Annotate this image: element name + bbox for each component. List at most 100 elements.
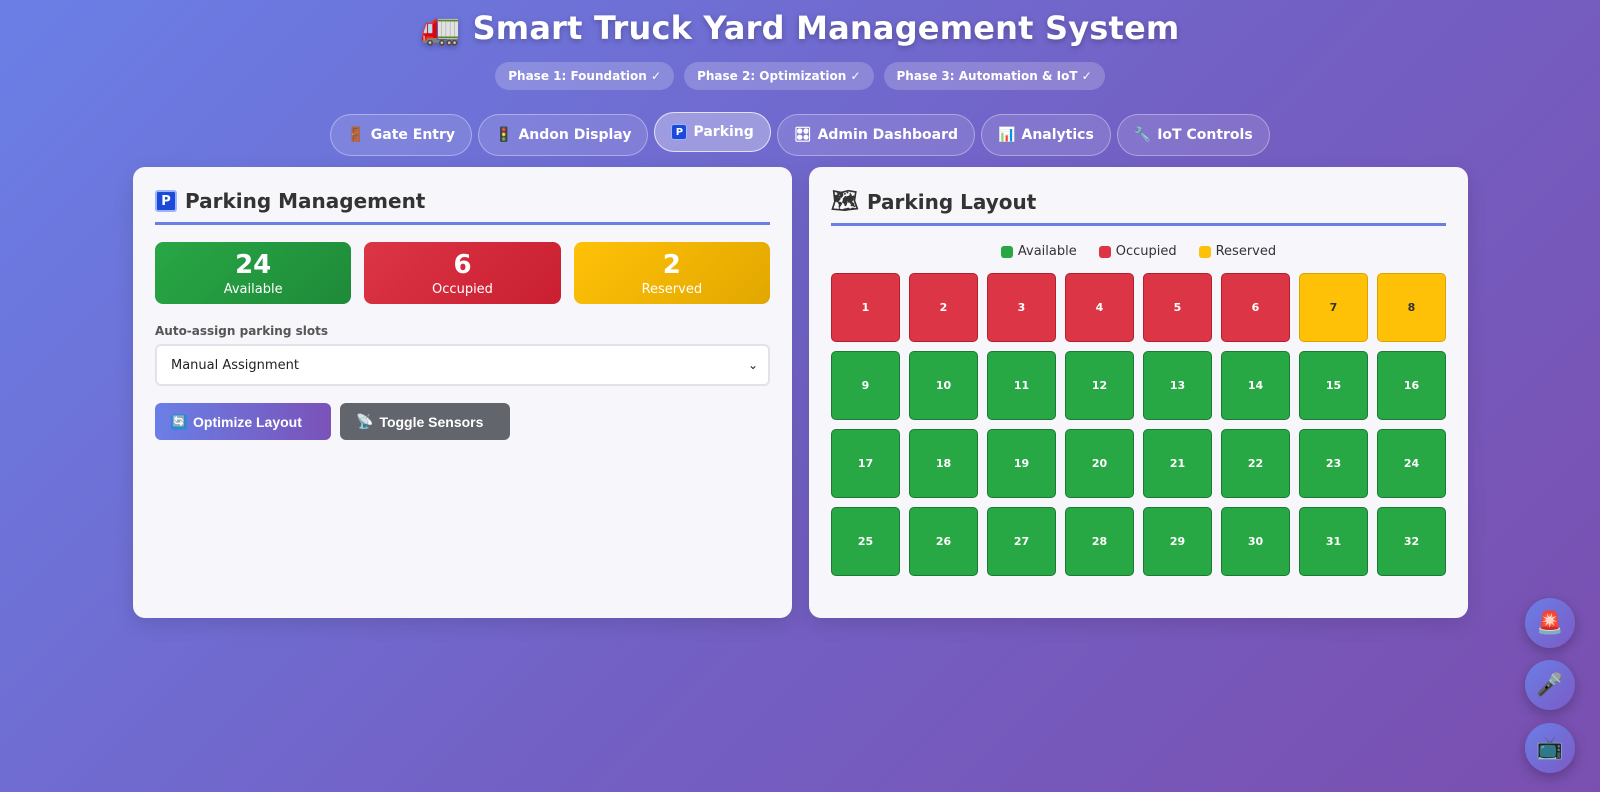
stat-reserved: 2 Reserved [573,242,770,304]
parking-slot[interactable]: 24 [1377,429,1446,498]
auto-assign-value: Manual Assignment [171,357,299,373]
parking-slot[interactable]: 23 [1299,429,1368,498]
stat-label: Occupied [432,281,493,297]
tab-label: Gate Entry [370,127,456,143]
parking-slot[interactable]: 16 [1377,351,1446,420]
tab-label: Admin Dashboard [817,127,959,143]
legend-reserved: Reserved [1198,244,1277,259]
stat-available: 24 Available [155,242,352,304]
parking-slot[interactable]: 4 [1065,273,1134,342]
emergency-button[interactable]: 🚨 [1525,598,1575,648]
action-buttons: 🔄 Optimize Layout 📡 Toggle Sensors [155,403,770,440]
chevron-down-icon: ⌄ [747,358,758,372]
main-panels: P Parking Management 24 Available 6 Occu… [133,167,1468,618]
app-title: 🚛 Smart Truck Yard Management System [0,8,1600,48]
stat-label: Available [223,281,283,297]
nav-tabs: 🚪 Gate Entry 🚦 Andon Display P Parking 🎛… [0,112,1600,156]
phase-badges: Phase 1: Foundation ✓ Phase 2: Optimizat… [0,62,1600,90]
parking-slot[interactable]: 6 [1221,273,1290,342]
parking-slot[interactable]: 27 [987,507,1056,576]
button-label: Toggle Sensors [379,413,484,430]
parking-icon: P [671,124,688,140]
stat-occupied: 6 Occupied [364,242,561,304]
map-icon: 🗺 [831,189,859,214]
tab-label: Andon Display [518,127,632,143]
tab-gate-entry[interactable]: 🚪 Gate Entry [330,114,473,156]
parking-slot[interactable]: 15 [1299,351,1368,420]
parking-slot[interactable]: 30 [1221,507,1290,576]
legend-label: Reserved [1215,244,1277,259]
legend-available: Available [1000,244,1077,259]
tab-label: IoT Controls [1157,127,1253,143]
parking-slot[interactable]: 29 [1143,507,1212,576]
parking-slot[interactable]: 28 [1065,507,1134,576]
wrench-icon: 🔧 [1133,127,1152,143]
parking-slot[interactable]: 2 [909,273,978,342]
parking-slot[interactable]: 14 [1221,351,1290,420]
display-mode-button[interactable]: 📺 [1525,723,1575,773]
auto-assign-label: Auto-assign parking slots [155,324,328,338]
parking-slot[interactable]: 31 [1299,507,1368,576]
parking-slot[interactable]: 7 [1299,273,1368,342]
panel-title-text: Parking Management [185,189,426,213]
legend-swatch [1098,245,1111,258]
parking-slot[interactable]: 11 [987,351,1056,420]
parking-slot[interactable]: 21 [1143,429,1212,498]
parking-slot[interactable]: 25 [831,507,900,576]
parking-slot[interactable]: 1 [831,273,900,342]
stat-value: 2 [662,249,681,280]
parking-slot[interactable]: 20 [1065,429,1134,498]
panel-title-text: Parking Layout [866,189,1037,214]
optimize-layout-button[interactable]: 🔄 Optimize Layout [155,403,331,440]
parking-slot[interactable]: 3 [987,273,1056,342]
tv-icon: 📺 [1536,735,1564,761]
app-title-text: Smart Truck Yard Management System [472,9,1180,47]
parking-slot[interactable]: 19 [987,429,1056,498]
tab-analytics[interactable]: 📊 Analytics [981,114,1111,156]
legend-swatch [1000,245,1013,258]
tab-admin-dashboard[interactable]: 🎛 Admin Dashboard [776,114,976,156]
phase-badge: Phase 1: Foundation ✓ [495,62,675,90]
panel-title: P Parking Management [155,189,770,225]
parking-slot[interactable]: 32 [1377,507,1446,576]
door-icon: 🚪 [347,127,365,143]
legend-swatch [1198,245,1211,258]
stat-label: Reserved [641,281,703,297]
parking-slot[interactable]: 5 [1143,273,1212,342]
button-label: Optimize Layout [193,413,302,430]
phase-badge: Phase 2: Optimization ✓ [684,62,874,90]
parking-slot[interactable]: 12 [1065,351,1134,420]
parking-slot[interactable]: 8 [1377,273,1446,342]
traffic-light-icon: 🚦 [495,127,513,143]
parking-management-panel: P Parking Management 24 Available 6 Occu… [133,167,792,618]
parking-slot[interactable]: 17 [831,429,900,498]
parking-slot[interactable]: 26 [909,507,978,576]
parking-slot-grid: 1 2 3 4 5 6 7 8 9 10 11 12 13 14 15 16 17 18 19 20 21 22 23 24 2… [831,273,1446,576]
parking-slot[interactable]: 13 [1143,351,1212,420]
parking-slot[interactable]: 10 [909,351,978,420]
parking-slot[interactable]: 9 [831,351,900,420]
stat-value: 6 [453,249,472,280]
toggle-sensors-button[interactable]: 📡 Toggle Sensors [340,403,510,440]
panel-title: 🗺 Parking Layout [831,189,1446,226]
tab-iot-controls[interactable]: 🔧 IoT Controls [1116,114,1270,156]
refresh-icon: 🔄 [171,413,187,430]
legend-label: Available [1017,244,1077,259]
tab-parking[interactable]: P Parking [654,112,771,152]
tab-label: Parking [693,124,754,140]
header: 🚛 Smart Truck Yard Management System Pha… [0,0,1600,156]
tab-label: Analytics [1021,127,1094,143]
legend-label: Occupied [1115,244,1177,259]
parking-stats: 24 Available 6 Occupied 2 Reserved [155,242,770,304]
phase-badge: Phase 3: Automation & IoT ✓ [883,62,1105,90]
parking-slot[interactable]: 18 [909,429,978,498]
voice-button[interactable]: 🎤 [1525,660,1575,710]
control-knobs-icon: 🎛 [793,127,812,143]
microphone-icon: 🎤 [1536,672,1564,698]
auto-assign-select[interactable]: Manual Assignment ⌄ [155,344,770,386]
tab-andon-display[interactable]: 🚦 Andon Display [478,114,649,156]
siren-icon: 🚨 [1536,610,1564,636]
legend-occupied: Occupied [1098,244,1177,259]
parking-slot[interactable]: 22 [1221,429,1290,498]
stat-value: 24 [235,249,272,280]
